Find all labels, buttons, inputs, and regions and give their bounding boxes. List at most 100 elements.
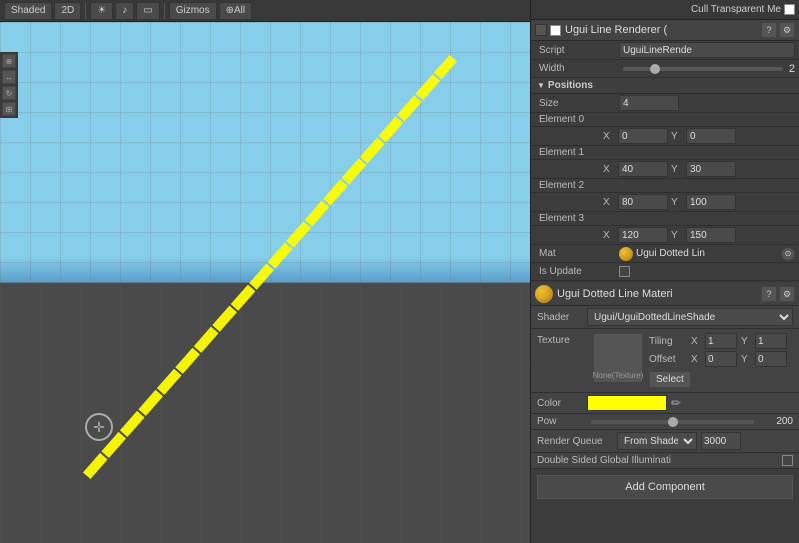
pow-slider[interactable]: [591, 420, 754, 424]
element0-x-input[interactable]: [618, 128, 668, 144]
element3-pair: X Y: [603, 227, 795, 243]
tiling-y-input[interactable]: [755, 333, 787, 349]
view-2d-btn[interactable]: 2D: [54, 2, 81, 20]
size-value: [619, 95, 795, 111]
audio-btn[interactable]: ♪: [115, 2, 134, 20]
pow-label: Pow: [537, 416, 587, 427]
offset-x-key: X: [691, 354, 701, 365]
element1-y-input[interactable]: [686, 161, 736, 177]
cull-checkbox[interactable]: [784, 4, 795, 15]
element1-label: Element 1: [539, 147, 584, 158]
cull-label: Cull Transparent Me: [691, 4, 795, 15]
mat-value: Ugui Dotted Lin ⊙: [619, 247, 795, 261]
script-input[interactable]: [619, 42, 795, 58]
element3-x-input[interactable]: [618, 227, 668, 243]
shader-label: Shader: [537, 312, 587, 323]
move-gizmo[interactable]: ✛: [85, 413, 115, 443]
sun-icon-btn[interactable]: ☀: [90, 2, 113, 20]
left-toolbar: ⊕ ↔ ↻ ⊞: [0, 52, 18, 118]
tiling-x-key: X: [691, 336, 701, 347]
double-sided-checkbox[interactable]: [782, 455, 793, 466]
material-buttons: ? ⚙: [761, 286, 795, 302]
tool-icon-4[interactable]: ⊞: [2, 102, 16, 116]
element1-y-key: Y: [671, 164, 683, 175]
mat-select-btn[interactable]: ⊙: [781, 247, 795, 261]
width-row: Width 2: [531, 60, 799, 78]
tiling-x-input[interactable]: [705, 333, 737, 349]
pow-thumb: [668, 417, 678, 427]
component-enabled-checkbox[interactable]: [550, 25, 561, 36]
tool-icon-3[interactable]: ↻: [2, 86, 16, 100]
select-button[interactable]: Select: [649, 371, 691, 388]
shading-mode-btn[interactable]: Shaded: [4, 2, 52, 20]
positions-label: Positions: [548, 80, 593, 91]
tool-icon-2[interactable]: ↔: [2, 70, 16, 84]
material-icon: [535, 285, 553, 303]
gizmo-circle: ✛: [85, 413, 113, 441]
component-header: Ugui Line Renderer ( ? ⚙: [531, 20, 799, 41]
width-number: 2: [789, 63, 795, 75]
offset-row: Offset X Y: [649, 351, 793, 367]
positions-section: ▼ Positions: [531, 78, 799, 94]
component-settings-btn[interactable]: ⚙: [779, 22, 795, 38]
script-value: [619, 42, 795, 58]
size-row: Size: [531, 94, 799, 113]
element3-xy: X Y: [531, 226, 799, 245]
element0-label: Element 0: [539, 114, 584, 125]
element2-xy: X Y: [531, 193, 799, 212]
material-component: Ugui Dotted Line Materi ? ⚙ Shader Ugui/…: [531, 283, 799, 469]
element2-header: Element 2: [531, 179, 799, 193]
component-buttons: ? ⚙: [761, 22, 795, 38]
component-toggle[interactable]: [535, 24, 547, 36]
element1-x-input[interactable]: [618, 161, 668, 177]
offset-y-input[interactable]: [755, 351, 787, 367]
toolbar-sep-2: [164, 3, 165, 19]
material-settings-btn[interactable]: ⚙: [779, 286, 795, 302]
is-update-value: [619, 266, 795, 277]
element2-y-input[interactable]: [686, 194, 736, 210]
size-input[interactable]: [619, 95, 679, 111]
display-btn[interactable]: ▭: [136, 2, 159, 20]
pow-row: Pow 200: [531, 414, 799, 430]
texture-area: Texture None (Texture) Tiling X Y O: [531, 329, 799, 393]
element0-y-key: Y: [671, 131, 683, 142]
scene-view: ⊕ ↔ ↻ ⊞ ✛: [0, 22, 530, 543]
script-row: Script: [531, 41, 799, 60]
texture-sub-text: (Texture): [612, 371, 644, 380]
script-label: Script: [539, 45, 619, 56]
component-help-btn[interactable]: ?: [761, 22, 777, 38]
inspector-panel: Cull Transparent Me Ugui Line Renderer (…: [530, 0, 799, 543]
width-slider[interactable]: [623, 67, 783, 71]
offset-x-input[interactable]: [705, 351, 737, 367]
add-component-button[interactable]: Add Component: [537, 475, 793, 499]
color-edit-icon[interactable]: ✏: [671, 396, 681, 410]
double-sided-label: Double Sided Global Illuminati: [537, 455, 782, 466]
tiling-label: Tiling: [649, 336, 687, 347]
element2-x-key: X: [603, 197, 615, 208]
cull-text: Cull Transparent Me: [691, 4, 781, 15]
color-swatch[interactable]: [587, 395, 667, 411]
is-update-row: Is Update: [531, 263, 799, 281]
element3-y-input[interactable]: [686, 227, 736, 243]
texture-none-text: None: [593, 371, 612, 380]
texture-preview[interactable]: None (Texture): [593, 333, 643, 383]
all-btn[interactable]: ⊕All: [219, 2, 253, 20]
toolbar-sep-1: [85, 3, 86, 19]
material-name: Ugui Dotted Line Materi: [557, 288, 761, 300]
shader-select[interactable]: Ugui/UguiDottedLineShade: [587, 308, 793, 326]
gizmos-btn[interactable]: Gizmos: [169, 2, 217, 20]
texture-label: Texture: [537, 333, 587, 346]
offset-y-key: Y: [741, 354, 751, 365]
material-help-btn[interactable]: ?: [761, 286, 777, 302]
render-queue-row: Render Queue From Shader: [531, 430, 799, 453]
render-queue-select[interactable]: From Shader: [617, 432, 697, 450]
render-queue-value-input[interactable]: [701, 432, 741, 450]
element3-header: Element 3: [531, 212, 799, 226]
is-update-checkbox[interactable]: [619, 266, 630, 277]
tool-icon-1[interactable]: ⊕: [2, 54, 16, 68]
element1-x-key: X: [603, 164, 615, 175]
element0-y-input[interactable]: [686, 128, 736, 144]
element1-header: Element 1: [531, 146, 799, 160]
element2-x-input[interactable]: [618, 194, 668, 210]
element0-xy: X Y: [531, 127, 799, 146]
